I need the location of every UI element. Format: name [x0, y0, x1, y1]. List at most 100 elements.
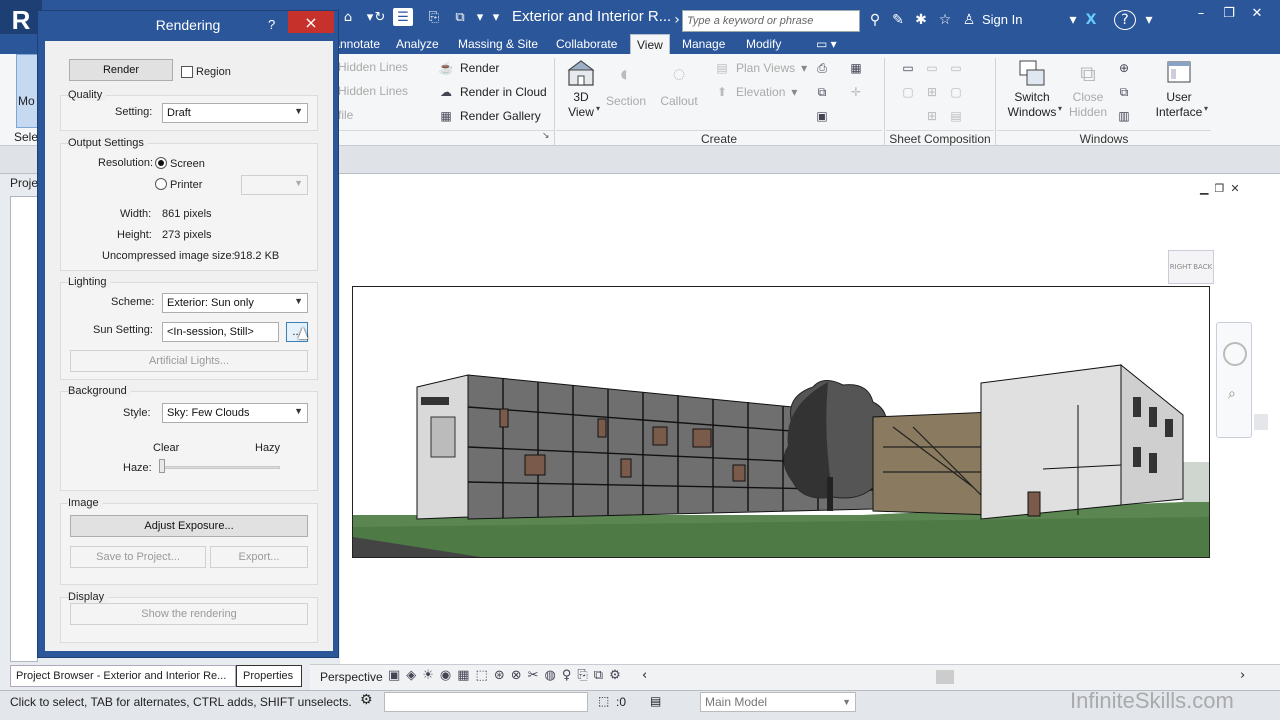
titleblock-icon[interactable]: ▭ — [924, 60, 940, 76]
close-hidden-button[interactable]: ⧉ Close Hidden — [1064, 58, 1112, 120]
background-style-combo[interactable]: Sky: Few Clouds ▼ — [162, 403, 308, 423]
cascade-icon[interactable]: ⧉ — [1116, 84, 1132, 100]
replicate-icon[interactable]: ⊕ — [1116, 60, 1132, 76]
exchange-apps-icon[interactable]: X — [1082, 10, 1100, 30]
show-rendering-button[interactable]: Show the rendering — [70, 603, 308, 625]
scrollbar-thumb[interactable] — [1254, 414, 1268, 430]
help-icon[interactable]: ? — [1114, 10, 1136, 30]
printer-radio[interactable] — [155, 178, 167, 190]
properties-tab[interactable]: Properties — [236, 665, 302, 687]
render-in-cloud-button[interactable]: ☁ Render in Cloud — [438, 84, 547, 100]
dialog-close-button[interactable]: × — [288, 11, 334, 33]
duplicate-view-icon[interactable]: ⧉ — [814, 84, 830, 100]
communication-icon[interactable]: ✱ — [912, 10, 930, 30]
horizontal-scroll-thumb[interactable] — [936, 670, 954, 684]
guide-grid-icon[interactable]: ⊞ — [924, 84, 940, 100]
binoculars-icon[interactable]: ⚲ — [866, 10, 884, 30]
user-icon[interactable]: ♙ — [960, 10, 978, 30]
view-window-controls[interactable]: ▁❐✕ — [1200, 182, 1246, 195]
show-hidden-lines-button[interactable]: Hidden Lines — [338, 60, 408, 74]
design-option-combo[interactable]: Main Model ▼ — [700, 692, 856, 712]
printer-dpi-combo[interactable]: ▼ — [241, 175, 308, 195]
sun-setting-field[interactable]: <In-session, Still> — [162, 322, 279, 342]
project-browser-tree[interactable] — [10, 196, 38, 662]
profile-button[interactable]: file — [338, 108, 353, 122]
render-now-button[interactable]: Render — [69, 59, 173, 81]
viewcube[interactable]: RIGHT BACK — [1168, 250, 1214, 284]
sign-in-dropdown-icon[interactable]: ▾ — [1064, 10, 1082, 30]
tab-analyze[interactable]: Analyze — [390, 34, 445, 54]
tile-icon[interactable]: ▥ — [1116, 108, 1132, 124]
user-interface-button[interactable]: User Interface — [1150, 58, 1208, 120]
render-button[interactable]: ☕ Render — [438, 60, 500, 76]
minimize-icon[interactable]: – — [1190, 4, 1212, 22]
dialog-help-button[interactable]: ? — [268, 17, 275, 32]
worksets-icon[interactable]: ⚙ — [360, 692, 373, 708]
save-to-project-button[interactable]: Save to Project... — [70, 546, 206, 568]
project-browser-tab[interactable]: Project Browser - Exterior and Interior … — [10, 665, 236, 687]
region-checkbox[interactable] — [181, 66, 193, 78]
view-controls-icons[interactable]: ▣◈☀◉▦⬚⊛⊗✂◍♀⎘⧉⚙ — [388, 668, 627, 683]
view-reference-icon[interactable]: ▢ — [900, 84, 916, 100]
legends-icon[interactable]: ▣ — [814, 108, 830, 124]
lighting-scheme-combo[interactable]: Exterior: Sun only ▼ — [162, 293, 308, 313]
tab-collaborate[interactable]: Collaborate — [550, 34, 623, 54]
panel-expand-icon[interactable]: ↘ — [542, 131, 550, 141]
scroll-left-icon[interactable]: ‹ — [642, 668, 647, 683]
tab-modify[interactable]: Modify — [740, 34, 787, 54]
3d-view-button[interactable]: 3D View — [562, 58, 600, 120]
3d-view-dropdown-icon[interactable]: ▾ — [596, 104, 600, 113]
matchline-icon[interactable]: ▭ — [948, 60, 964, 76]
sheet-icon[interactable]: ▭ — [900, 60, 916, 76]
haze-slider-thumb[interactable] — [159, 459, 165, 473]
workset-combo[interactable] — [384, 692, 588, 712]
switch-windows-icon[interactable]: ⧉ — [450, 8, 470, 26]
elevation-button[interactable]: ⬆ Elevation ▾ — [714, 84, 797, 100]
viewcube-back[interactable]: BACK — [1193, 263, 1212, 271]
viewcube-right[interactable]: RIGHT — [1170, 263, 1192, 271]
project-tab[interactable]: Proje — [10, 176, 38, 190]
callout-button[interactable]: ◌ Callout — [656, 58, 702, 109]
revisions-icon[interactable]: ▢ — [948, 84, 964, 100]
drafting-view-icon[interactable]: ⎙ — [814, 60, 830, 76]
favorites-icon[interactable]: ☆ — [936, 10, 954, 30]
tab-view[interactable]: View — [630, 34, 670, 54]
subscription-icon[interactable]: ✎ — [889, 10, 907, 30]
export-button[interactable]: Export... — [210, 546, 308, 568]
quality-setting-combo[interactable]: Draft ▼ — [162, 103, 308, 123]
sign-in-link[interactable]: Sign In — [982, 12, 1022, 27]
close-window-icon[interactable]: ✕ — [1246, 4, 1268, 22]
artificial-lights-button[interactable]: Artificial Lights... — [70, 350, 308, 372]
sync-icon[interactable]: ↻ — [370, 8, 390, 26]
section-button[interactable]: ◐ Section — [604, 58, 648, 109]
scope-box-icon[interactable]: ✛ — [848, 84, 864, 100]
adjust-exposure-button[interactable]: Adjust Exposure... — [70, 515, 308, 537]
ribbon-minimize-icon[interactable]: ▭ ▾ — [810, 34, 843, 54]
switch-windows-button[interactable]: Switch Windows — [1004, 58, 1060, 120]
user-interface-dropdown-icon[interactable]: ▾ — [1204, 104, 1208, 113]
search-input[interactable]: Type a keyword or phrase — [682, 10, 860, 32]
schedules-icon[interactable]: ▦ — [848, 60, 864, 76]
plan-views-button[interactable]: ▤ Plan Views ▾ — [714, 60, 807, 76]
placeholder-icon[interactable]: ▤ — [948, 108, 964, 124]
zoom-icon[interactable]: ⌕ — [1228, 386, 1236, 402]
thin-lines-icon[interactable]: ☰ — [393, 8, 413, 26]
customize-qat-icon[interactable]: ▾ — [486, 8, 506, 26]
modify-tool[interactable] — [16, 54, 38, 128]
steering-wheel-icon[interactable] — [1223, 342, 1247, 366]
haze-slider-track[interactable] — [162, 466, 280, 469]
screen-radio[interactable] — [155, 157, 167, 169]
editable-only-icon[interactable]: ⬚ — [598, 694, 609, 708]
switch-windows-dropdown-icon[interactable]: ▾ — [1058, 104, 1062, 113]
remove-hidden-lines-button[interactable]: Hidden Lines — [338, 84, 408, 98]
open-icon[interactable]: ⌂ — [338, 8, 358, 26]
close-inactive-icon[interactable]: ⎘ — [424, 8, 444, 26]
tab-manage[interactable]: Manage — [676, 34, 731, 54]
tab-massing-site[interactable]: Massing & Site — [452, 34, 544, 54]
render-gallery-button[interactable]: ▦ Render Gallery — [438, 108, 540, 124]
design-options-icon[interactable]: ▤ — [650, 694, 661, 708]
restore-icon[interactable]: ❐ — [1218, 4, 1240, 22]
placeholder-icon[interactable]: ⊞ — [924, 108, 940, 124]
scroll-right-icon[interactable]: › — [1240, 668, 1245, 683]
help-dropdown-icon[interactable]: ▾ — [1140, 10, 1158, 30]
